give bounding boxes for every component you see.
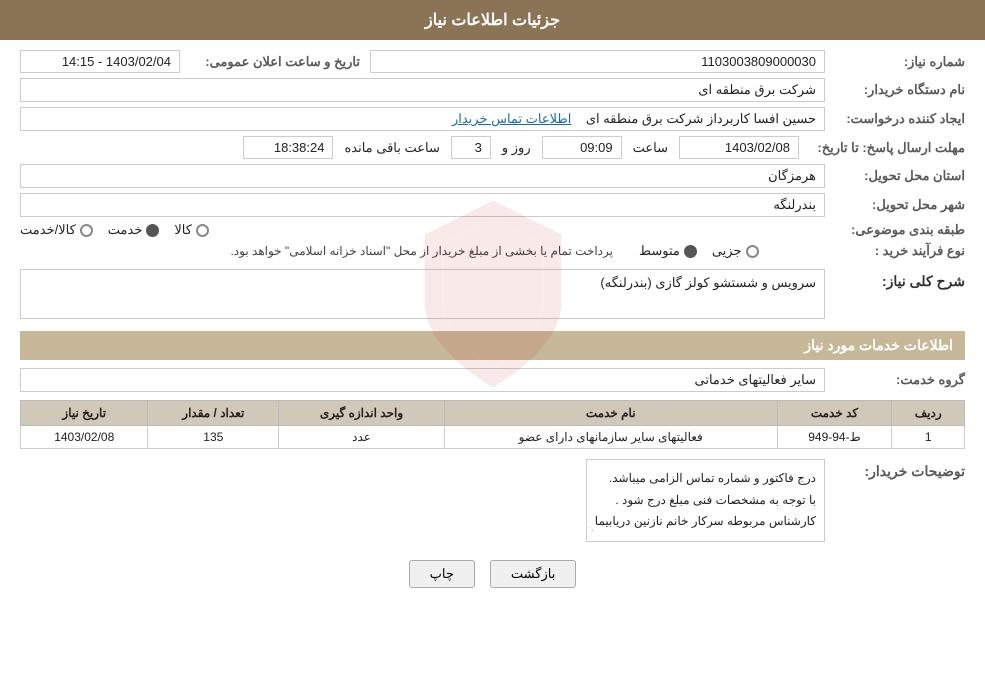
watermark-shield: ATA (393, 194, 593, 394)
response-remaining: 18:38:24 (243, 136, 333, 159)
process-jozi-label: جزیی (712, 243, 742, 259)
service-group-label: گروه خدمت: (825, 372, 965, 388)
buyer-desc-line3: کارشناس مربوطه سرکار خانم نازنین دریابیم… (595, 511, 816, 533)
process-label: نوع فرآیند خرید : (825, 243, 965, 259)
category-kala-label: کالا (174, 222, 192, 238)
resize-handle[interactable] (589, 527, 601, 539)
back-button[interactable]: بازگشت (490, 560, 576, 588)
page-wrapper: جزئیات اطلاعات نیاز شماره نیاز: 11030038… (0, 0, 985, 691)
print-button[interactable]: چاپ (409, 560, 475, 588)
table-cell-3: عدد (279, 426, 445, 449)
table-cell-5: 1403/02/08 (21, 426, 148, 449)
services-table: ردیف کد خدمت نام خدمت واحد اندازه گیری ت… (20, 400, 965, 449)
col-service-code: کد خدمت (777, 401, 892, 426)
category-label: طبقه بندی موضوعی: (825, 222, 965, 238)
response-days-label: روز و (497, 140, 536, 156)
buyer-desc-value: درج فاکتور و شماره تماس الزامی میباشد. ب… (586, 459, 825, 542)
description-section: ATA شرح کلی نیاز: سرویس و شستشو کولز گاز… (20, 269, 965, 319)
process-jozi-radio[interactable] (746, 245, 759, 258)
svg-text:ATA: ATA (475, 290, 512, 312)
province-label: استان محل تحویل: (825, 168, 965, 184)
process-jozi: جزیی (712, 243, 759, 259)
category-kala: کالا (174, 222, 209, 238)
response-time-label: ساعت (628, 140, 673, 156)
need-number-row: شماره نیاز: 1103003809000030 تاریخ و ساع… (20, 50, 965, 73)
col-quantity: تعداد / مقدار (148, 401, 279, 426)
need-number-value: 1103003809000030 (370, 50, 825, 73)
creator-link[interactable]: اطلاعات تماس خریدار (452, 111, 571, 126)
buyer-desc-row: توضیحات خریدار: درج فاکتور و شماره تماس … (20, 459, 965, 542)
category-kala-khedmat-radio[interactable] (80, 224, 93, 237)
need-description-label: شرح کلی نیاز: (825, 269, 965, 290)
table-cell-1: ط-94-949 (777, 426, 892, 449)
creator-label: ایجاد کننده درخواست: (825, 111, 965, 127)
buyer-org-value: شرکت برق منطقه ای (20, 78, 825, 102)
process-motavasset-radio[interactable] (684, 245, 697, 258)
category-khedmat-radio[interactable] (146, 224, 159, 237)
table-row: 1ط-94-949فعالیتهای سایر سازمانهای دارای … (21, 426, 965, 449)
public-announce-value: 1403/02/04 - 14:15 (20, 50, 180, 73)
buyer-org-label: نام دستگاه خریدار: (825, 82, 965, 98)
city-label: شهر محل تحویل: (825, 197, 965, 213)
public-announce-label: تاریخ و ساعت اعلان عمومی: (180, 54, 360, 70)
col-date: تاریخ نیاز (21, 401, 148, 426)
category-kala-khedmat: کالا/خدمت (20, 222, 93, 238)
col-service-name: نام خدمت (444, 401, 777, 426)
table-header-row: ردیف کد خدمت نام خدمت واحد اندازه گیری ت… (21, 401, 965, 426)
col-row-num: ردیف (892, 401, 965, 426)
category-kala-khedmat-label: کالا/خدمت (20, 222, 76, 238)
response-remaining-label: ساعت باقی مانده (339, 140, 444, 156)
process-motavasset: متوسط (639, 243, 697, 259)
creator-row: ایجاد کننده درخواست: حسین افسا کاربرداز … (20, 107, 965, 131)
creator-text: حسین افسا کاربرداز شرکت برق منطقه ای (586, 111, 816, 126)
button-row: بازگشت چاپ (20, 560, 965, 588)
province-value: هرمزگان (20, 164, 825, 188)
category-khedmat-label: خدمت (108, 222, 143, 238)
province-row: استان محل تحویل: هرمزگان (20, 164, 965, 188)
response-deadline-label: مهلت ارسال پاسخ: تا تاریخ: (805, 140, 965, 156)
main-content: شماره نیاز: 1103003809000030 تاریخ و ساع… (0, 40, 985, 598)
table-cell-4: 135 (148, 426, 279, 449)
table-cell-0: 1 (892, 426, 965, 449)
category-khedmat: خدمت (108, 222, 160, 238)
response-deadline-row: مهلت ارسال پاسخ: تا تاریخ: 1403/02/08 سا… (20, 136, 965, 159)
category-kala-radio[interactable] (196, 224, 209, 237)
page-header: جزئیات اطلاعات نیاز (0, 0, 985, 40)
table-cell-2: فعالیتهای سایر سازمانهای دارای عضو (444, 426, 777, 449)
buyer-desc-line2: با توجه به مشخصات فنی مبلغ درج شود . (595, 490, 816, 512)
process-motavasset-label: متوسط (639, 243, 680, 259)
page-title: جزئیات اطلاعات نیاز (425, 12, 560, 29)
buyer-desc-line1: درج فاکتور و شماره تماس الزامی میباشد. (595, 468, 816, 490)
response-days: 3 (451, 136, 491, 159)
buyer-desc-label: توضیحات خریدار: (825, 459, 965, 480)
col-unit: واحد اندازه گیری (279, 401, 445, 426)
process-options: جزیی متوسط (639, 243, 819, 259)
response-date: 1403/02/08 (679, 136, 799, 159)
creator-value: حسین افسا کاربرداز شرکت برق منطقه ای اطل… (20, 107, 825, 131)
response-time: 09:09 (542, 136, 622, 159)
buyer-org-row: نام دستگاه خریدار: شرکت برق منطقه ای (20, 78, 965, 102)
need-number-label: شماره نیاز: (825, 54, 965, 70)
